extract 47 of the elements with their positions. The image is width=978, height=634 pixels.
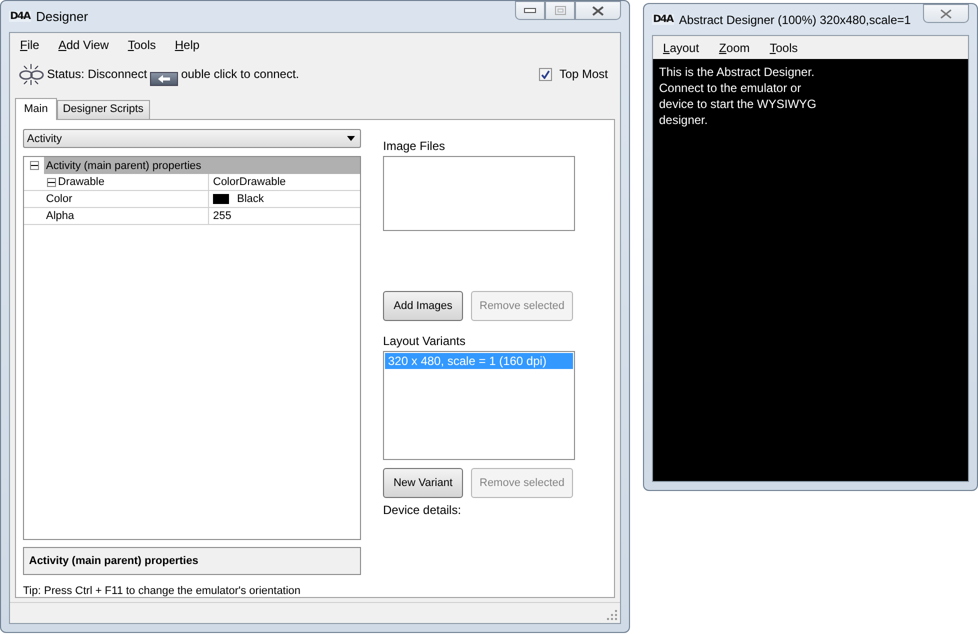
top-most-checkbox[interactable]	[539, 68, 552, 80]
close-icon	[940, 8, 952, 18]
info-message: This is the Abstract Designer. Connect to the emulator or device to start the WYSIWYG designer.	[659, 64, 818, 128]
property-value[interactable]: Black	[237, 193, 264, 206]
status-text: ouble click to connect.	[181, 67, 300, 81]
property-name: Alpha	[46, 210, 74, 222]
collapse-icon[interactable]	[47, 178, 56, 187]
add-images-button[interactable]: Add Images	[383, 291, 463, 321]
minimize-button[interactable]	[515, 1, 545, 20]
window-title: Abstract Designer (100%) 320x480,scale=1	[679, 12, 911, 26]
arrow-left-icon	[157, 74, 172, 84]
minimize-icon	[524, 8, 536, 14]
app-logo: D4A	[9, 11, 31, 22]
menu-item[interactable]: File	[20, 38, 40, 52]
property-name: Drawable	[58, 176, 104, 188]
menu-item[interactable]: Tools	[128, 38, 156, 52]
resize-grip-icon[interactable]	[607, 610, 617, 620]
device-details-label: Device details:	[383, 503, 462, 517]
status-text: Status: Disconnect	[47, 67, 148, 81]
caret-icon	[347, 136, 355, 142]
menu-item[interactable]: Help	[174, 38, 200, 52]
tab[interactable]: Main	[15, 98, 57, 120]
new-variant-button[interactable]: New Variant	[383, 468, 463, 498]
property-value[interactable]: ColorDrawable	[213, 176, 286, 188]
module-dropdown[interactable]: Activity	[23, 129, 361, 148]
checkbox-label: Top Most	[559, 67, 608, 81]
menu-item[interactable]: Zoom	[719, 40, 750, 54]
window-title: Designer	[36, 9, 88, 24]
section-label: Layout Variants	[383, 334, 466, 348]
close-button[interactable]	[923, 4, 969, 23]
tab[interactable]: Designer Scripts	[56, 100, 150, 119]
chain-link-icon	[18, 63, 44, 85]
tip-text: Tip: Press Ctrl + F11 to change the emulator's orientation	[23, 585, 302, 597]
menu-item[interactable]: Layout	[663, 40, 700, 54]
close-button[interactable]	[575, 1, 621, 20]
section-label: Image Files	[383, 139, 446, 153]
description-text: Activity (main parent) properties	[29, 554, 198, 567]
collapse-icon[interactable]	[30, 161, 39, 170]
menu-item[interactable]: Tools	[770, 40, 798, 54]
back-arrow-button[interactable]	[150, 72, 178, 86]
maximize-icon	[554, 6, 566, 15]
close-icon	[592, 6, 604, 16]
property-name: Color	[46, 193, 72, 206]
property-value[interactable]: 255	[213, 210, 232, 222]
menu-item[interactable]: Add View	[58, 38, 109, 52]
app-logo: D4A	[652, 14, 674, 25]
image-files-list[interactable]	[383, 156, 575, 231]
